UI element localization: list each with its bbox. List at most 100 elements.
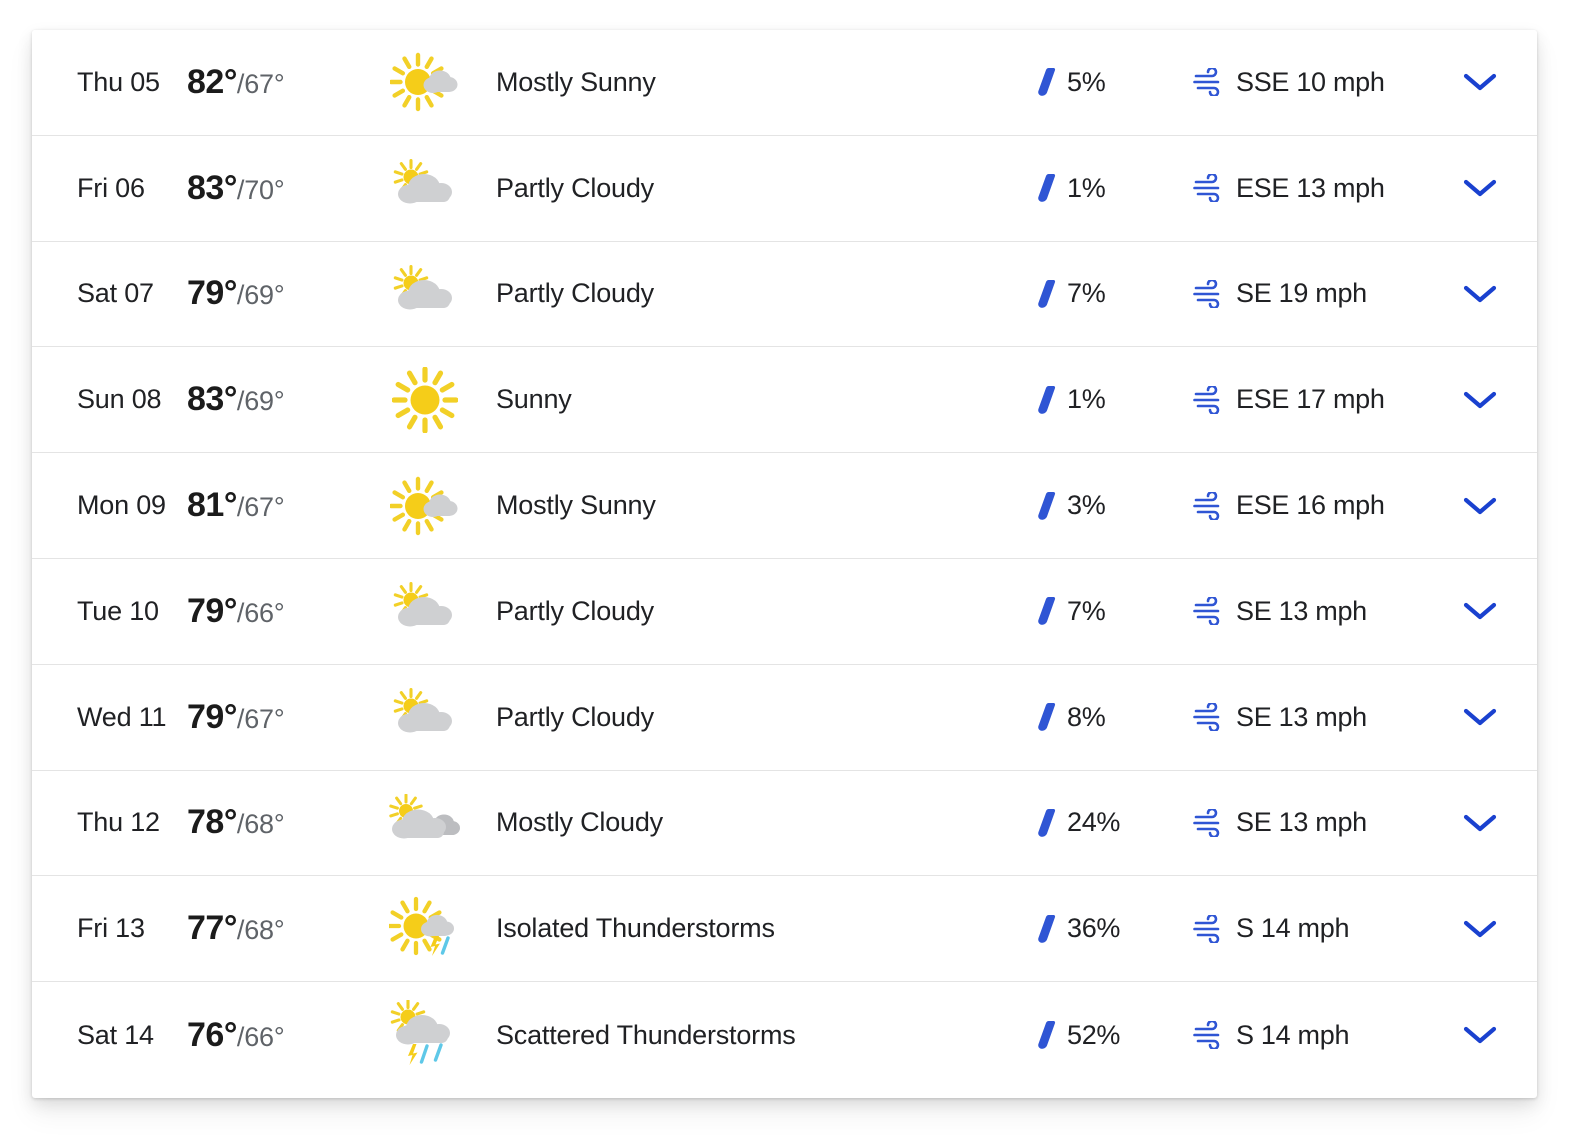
- chevron-down-icon: [1463, 813, 1497, 833]
- forecast-temperature: 83°/69°: [187, 380, 372, 419]
- chevron-down-icon: [1463, 390, 1497, 410]
- forecast-temperature: 83°/70°: [187, 169, 372, 208]
- temperature-high: 83°: [187, 380, 237, 419]
- forecast-row[interactable]: Sat 07 79°/69° Partly Cloudy 7% SE 19 mp…: [32, 241, 1537, 348]
- forecast-condition-label: Sunny: [496, 384, 572, 415]
- wind-icon: [1192, 279, 1226, 308]
- expand-row-button[interactable]: [1422, 813, 1537, 833]
- expand-row-button[interactable]: [1422, 496, 1537, 516]
- forecast-card: Thu 05 82°/67° Mostly Sunny 5% SSE 10 mp…: [32, 30, 1537, 1098]
- forecast-condition-label: Partly Cloudy: [496, 278, 654, 309]
- weather-condition-icon-sunny: [372, 366, 477, 433]
- expand-row-button[interactable]: [1422, 1025, 1537, 1045]
- daily-forecast-list: Thu 05 82°/67° Mostly Sunny 5% SSE 10 mp…: [32, 30, 1537, 1088]
- forecast-day-label: Thu 05: [77, 66, 160, 97]
- temperature-low: /68°: [236, 809, 285, 840]
- precipitation-cell: 1%: [1037, 172, 1192, 204]
- forecast-row[interactable]: Sat 14 76°/66° Scattered Thunderstorms 5…: [32, 982, 1537, 1088]
- precipitation-value: 52%: [1067, 1019, 1121, 1050]
- weather-condition-icon-partly-cloudy: [372, 264, 477, 323]
- forecast-row[interactable]: Thu 12 78°/68° Mostly Cloudy 24% SE 13 m…: [32, 770, 1537, 877]
- expand-row-button[interactable]: [1422, 284, 1537, 304]
- temperature-high: 82°: [187, 62, 237, 101]
- forecast-row[interactable]: Wed 11 79°/67° Partly Cloudy 8% SE 13 mp…: [32, 664, 1537, 771]
- forecast-temperature: 77°/68°: [187, 909, 372, 948]
- wind-icon: [1192, 68, 1226, 97]
- wind-value: SE 13 mph: [1236, 595, 1367, 626]
- expand-row-button[interactable]: [1422, 919, 1537, 939]
- forecast-row[interactable]: Fri 13 77°/68° Isolated Thunderstorms 36…: [32, 876, 1537, 983]
- raindrop-icon: [1037, 701, 1059, 733]
- forecast-day-label: Sat 07: [77, 278, 154, 309]
- precipitation-value: 3%: [1067, 490, 1106, 521]
- expand-row-button[interactable]: [1422, 707, 1537, 727]
- precipitation-cell: 7%: [1037, 278, 1192, 310]
- expand-row-button[interactable]: [1422, 178, 1537, 198]
- temperature-low: /69°: [236, 280, 285, 311]
- raindrop-icon: [1037, 1019, 1059, 1051]
- wind-icon: [1192, 1021, 1226, 1050]
- forecast-temperature: 76°/66°: [187, 1016, 372, 1055]
- wind-value: SSE 10 mph: [1236, 66, 1385, 97]
- chevron-down-icon: [1463, 284, 1497, 304]
- wind-icon: [1192, 597, 1226, 626]
- forecast-day-label: Fri 13: [77, 913, 145, 944]
- forecast-condition-label: Mostly Sunny: [496, 66, 656, 97]
- temperature-low: /68°: [236, 915, 285, 946]
- precipitation-value: 36%: [1067, 913, 1121, 944]
- expand-row-button[interactable]: [1422, 390, 1537, 410]
- forecast-row[interactable]: Fri 06 83°/70° Partly Cloudy 1% ESE 13 m…: [32, 135, 1537, 242]
- wind-icon: [1192, 914, 1226, 943]
- precipitation-cell: 24%: [1037, 807, 1192, 839]
- chevron-down-icon: [1463, 601, 1497, 621]
- forecast-day-label: Tue 10: [77, 595, 159, 626]
- temperature-high: 81°: [187, 486, 237, 525]
- forecast-day-label: Wed 11: [77, 701, 167, 732]
- wind-cell: SE 13 mph: [1192, 807, 1422, 838]
- precipitation-cell: 8%: [1037, 701, 1192, 733]
- wind-cell: SE 19 mph: [1192, 278, 1422, 309]
- forecast-row[interactable]: Tue 10 79°/66° Partly Cloudy 7% SE 13 mp…: [32, 558, 1537, 665]
- wind-cell: ESE 16 mph: [1192, 490, 1422, 521]
- wind-value: ESE 17 mph: [1236, 384, 1385, 415]
- expand-row-button[interactable]: [1422, 72, 1537, 92]
- wind-value: SE 19 mph: [1236, 278, 1367, 309]
- raindrop-icon: [1037, 913, 1059, 945]
- temperature-high: 79°: [187, 697, 237, 736]
- forecast-condition-label: Partly Cloudy: [496, 172, 654, 203]
- precipitation-cell: 36%: [1037, 913, 1192, 945]
- wind-value: SE 13 mph: [1236, 701, 1367, 732]
- forecast-temperature: 79°/69°: [187, 274, 372, 313]
- precipitation-cell: 52%: [1037, 1019, 1192, 1051]
- temperature-high: 77°: [187, 909, 237, 948]
- temperature-high: 78°: [187, 803, 237, 842]
- precipitation-value: 8%: [1067, 701, 1106, 732]
- temperature-high: 83°: [187, 168, 237, 207]
- precipitation-cell: 7%: [1037, 595, 1192, 627]
- expand-row-button[interactable]: [1422, 601, 1537, 621]
- temperature-low: /70°: [236, 174, 285, 205]
- raindrop-icon: [1037, 807, 1059, 839]
- forecast-day-label: Thu 12: [77, 807, 160, 838]
- wind-cell: S 14 mph: [1192, 1020, 1422, 1051]
- temperature-low: /69°: [236, 386, 285, 417]
- wind-cell: SE 13 mph: [1192, 702, 1422, 733]
- wind-cell: S 14 mph: [1192, 913, 1422, 944]
- raindrop-icon: [1037, 595, 1059, 627]
- wind-cell: ESE 13 mph: [1192, 173, 1422, 204]
- temperature-low: /66°: [236, 1021, 285, 1052]
- precipitation-value: 7%: [1067, 595, 1106, 626]
- forecast-row[interactable]: Sun 08 83°/69° Sunny 1% ESE 17 mph: [32, 347, 1537, 454]
- chevron-down-icon: [1463, 919, 1497, 939]
- temperature-low: /67°: [236, 492, 285, 523]
- wind-cell: SE 13 mph: [1192, 596, 1422, 627]
- wind-value: S 14 mph: [1236, 1019, 1350, 1050]
- weather-condition-icon-scattered-thunderstorms: [372, 1000, 477, 1070]
- wind-value: ESE 16 mph: [1236, 490, 1385, 521]
- forecast-condition-label: Mostly Cloudy: [496, 807, 663, 838]
- forecast-row[interactable]: Thu 05 82°/67° Mostly Sunny 5% SSE 10 mp…: [32, 30, 1537, 136]
- forecast-row[interactable]: Mon 09 81°/67° Mostly Sunny 3% ESE 16 mp…: [32, 453, 1537, 559]
- weather-condition-icon-mostly-cloudy: [372, 793, 477, 852]
- forecast-temperature: 78°/68°: [187, 803, 372, 842]
- temperature-low: /66°: [236, 597, 285, 628]
